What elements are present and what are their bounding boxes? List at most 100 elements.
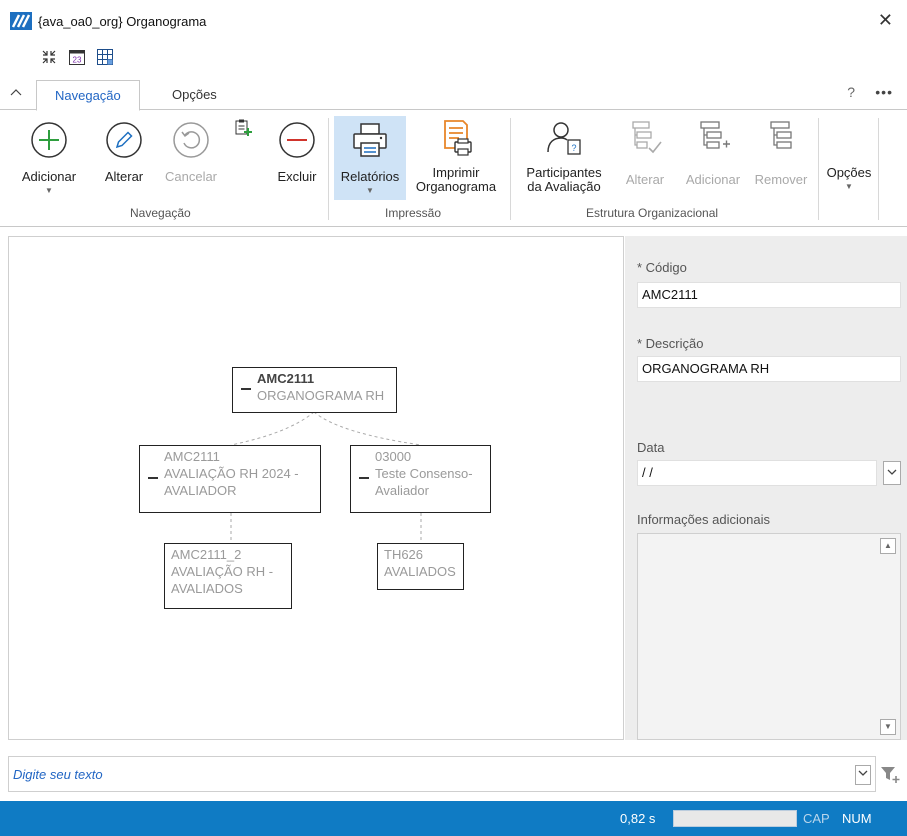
print-document-icon bbox=[444, 120, 472, 156]
filter-add-icon[interactable] bbox=[880, 764, 900, 784]
struct-remove-button[interactable]: Remover bbox=[748, 118, 814, 187]
add-button[interactable]: Adicionar ▼ bbox=[12, 120, 86, 195]
collapse-node-icon[interactable] bbox=[241, 388, 251, 390]
date-dropdown-button[interactable] bbox=[883, 461, 901, 485]
search-bar bbox=[8, 756, 876, 792]
window-title: {ava_oa0_org} Organograma bbox=[38, 13, 207, 29]
struct-edit-label: Alterar bbox=[625, 172, 665, 187]
struct-edit-button[interactable]: Alterar bbox=[618, 118, 672, 187]
elapsed-time: 0,82 s bbox=[620, 811, 656, 826]
struct-remove-label: Remover bbox=[754, 172, 808, 187]
title-bar: {ava_oa0_org} Organograma ✕ bbox=[0, 0, 907, 42]
delete-button[interactable]: Excluir bbox=[270, 120, 324, 184]
node-code: 03000 bbox=[375, 449, 412, 464]
printer-icon bbox=[353, 123, 387, 157]
org-chart-canvas[interactable]: AMC2111 ORGANOGRAMA RH AMC2111 AVALIAÇÃO… bbox=[8, 236, 624, 740]
num-lock-indicator: NUM bbox=[842, 811, 872, 826]
minus-circle-icon bbox=[279, 122, 315, 158]
group-label-navegacao: Navegação bbox=[130, 206, 191, 220]
tab-opcoes[interactable]: Opções bbox=[154, 80, 235, 111]
tab-navegacao[interactable]: Navegação bbox=[36, 80, 140, 111]
dropdown-arrow-icon: ▼ bbox=[366, 186, 374, 195]
tree-check-icon bbox=[632, 121, 662, 154]
edit-button-label: Alterar bbox=[104, 169, 144, 184]
tree-add-icon bbox=[700, 121, 730, 149]
code-field[interactable]: AMC2111 bbox=[637, 282, 901, 308]
chevron-down-icon bbox=[887, 469, 897, 475]
collapse-node-icon[interactable] bbox=[148, 477, 158, 479]
node-code: AMC2111 bbox=[257, 371, 315, 386]
ribbon-separator bbox=[510, 118, 511, 220]
print-org-chart-line1: Imprimir bbox=[432, 165, 480, 180]
app-logo-icon bbox=[10, 12, 32, 30]
search-input[interactable] bbox=[13, 762, 843, 786]
delete-button-label: Excluir bbox=[277, 169, 317, 184]
status-bar: 0,82 s CAP NUM bbox=[0, 801, 907, 836]
edit-button[interactable]: Alterar bbox=[96, 120, 152, 184]
ribbon-separator bbox=[818, 118, 819, 220]
print-org-chart-button[interactable]: Imprimir Organograma bbox=[408, 118, 504, 194]
description-label: * Descrição bbox=[637, 336, 704, 351]
clipboard-add-icon[interactable] bbox=[234, 118, 254, 138]
reports-button-label: Relatórios bbox=[340, 169, 400, 184]
details-panel: * Código AMC2111 * Descrição ORGANOGRAMA… bbox=[625, 236, 907, 740]
grid-table-icon[interactable] bbox=[96, 48, 114, 66]
description-field[interactable]: ORGANOGRAMA RH bbox=[637, 356, 901, 382]
node-description-line2: AVALIADOR bbox=[164, 483, 237, 498]
caps-lock-indicator: CAP bbox=[803, 811, 830, 826]
more-options-icon[interactable]: ••• bbox=[875, 84, 893, 100]
node-description-line1: AVALIAÇÃO RH - bbox=[171, 564, 274, 579]
close-button[interactable]: ✕ bbox=[878, 10, 893, 31]
add-button-label: Adicionar bbox=[21, 169, 77, 184]
struct-add-label: Adicionar bbox=[685, 172, 741, 187]
svg-text:23: 23 bbox=[73, 56, 82, 65]
calendar-icon[interactable]: 23 bbox=[68, 48, 86, 66]
node-code: AMC2111 bbox=[164, 449, 220, 464]
search-dropdown-button[interactable] bbox=[855, 765, 871, 785]
collapse-ribbon-icon[interactable] bbox=[10, 86, 22, 100]
additional-info-textarea[interactable]: ▲ ▼ bbox=[637, 533, 901, 740]
pencil-icon bbox=[106, 122, 142, 158]
help-icon[interactable]: ? bbox=[847, 84, 855, 100]
group-label-impressao: Impressão bbox=[385, 206, 442, 220]
node-description: ORGANOGRAMA RH bbox=[257, 388, 385, 403]
participants-button[interactable]: ? Participantes da Avaliação bbox=[516, 118, 612, 194]
cancel-button[interactable]: Cancelar bbox=[158, 120, 224, 184]
collapse-node-icon[interactable] bbox=[359, 477, 369, 479]
ribbon-separator bbox=[878, 118, 879, 220]
node-description-line2: Avaliador bbox=[375, 483, 429, 498]
node-description-line1: AVALIADOS bbox=[384, 564, 456, 579]
cancel-button-label: Cancelar bbox=[164, 169, 218, 184]
struct-add-button[interactable]: Adicionar bbox=[678, 118, 748, 187]
org-node-root[interactable]: AMC2111 ORGANOGRAMA RH bbox=[232, 367, 397, 413]
ribbon-tabs: Navegação Opções ? ••• bbox=[0, 80, 907, 111]
scroll-up-button[interactable]: ▲ bbox=[880, 538, 896, 554]
org-node-child1[interactable]: AMC2111 AVALIAÇÃO RH 2024 - AVALIADOR bbox=[139, 445, 321, 513]
progress-bar bbox=[673, 810, 797, 827]
dropdown-arrow-icon: ▼ bbox=[45, 186, 53, 195]
tree-remove-icon bbox=[770, 121, 792, 149]
org-node-child2[interactable]: 03000 Teste Consenso- Avaliador bbox=[350, 445, 491, 513]
org-node-leaf2[interactable]: TH626 AVALIADOS bbox=[377, 543, 464, 590]
node-description-line2: AVALIADOS bbox=[171, 581, 243, 596]
node-code: AMC2111_2 bbox=[171, 547, 242, 562]
dropdown-arrow-icon: ▼ bbox=[845, 182, 853, 191]
org-node-leaf1[interactable]: AMC2111_2 AVALIAÇÃO RH - AVALIADOS bbox=[164, 543, 292, 609]
quick-access-toolbar: 23 bbox=[40, 48, 114, 66]
print-org-chart-line2: Organograma bbox=[415, 179, 497, 194]
options-button[interactable]: Opções ▼ bbox=[822, 166, 876, 192]
participants-line1: Participantes bbox=[526, 165, 602, 180]
undo-icon bbox=[173, 122, 209, 158]
additional-info-label: Informações adicionais bbox=[637, 512, 770, 527]
scroll-down-button[interactable]: ▼ bbox=[880, 719, 896, 735]
code-label: * Código bbox=[637, 260, 687, 275]
user-clipboard-icon: ? bbox=[547, 122, 581, 155]
collapse-arrows-icon[interactable] bbox=[40, 48, 58, 66]
add-circle-icon bbox=[31, 122, 67, 158]
node-description-line1: AVALIAÇÃO RH 2024 - bbox=[164, 466, 299, 481]
ribbon-separator bbox=[328, 118, 329, 220]
participants-line2: da Avaliação bbox=[527, 179, 601, 194]
reports-button[interactable]: Relatórios ▼ bbox=[334, 116, 406, 200]
date-field[interactable]: / / bbox=[637, 460, 877, 486]
date-label: Data bbox=[637, 440, 665, 455]
